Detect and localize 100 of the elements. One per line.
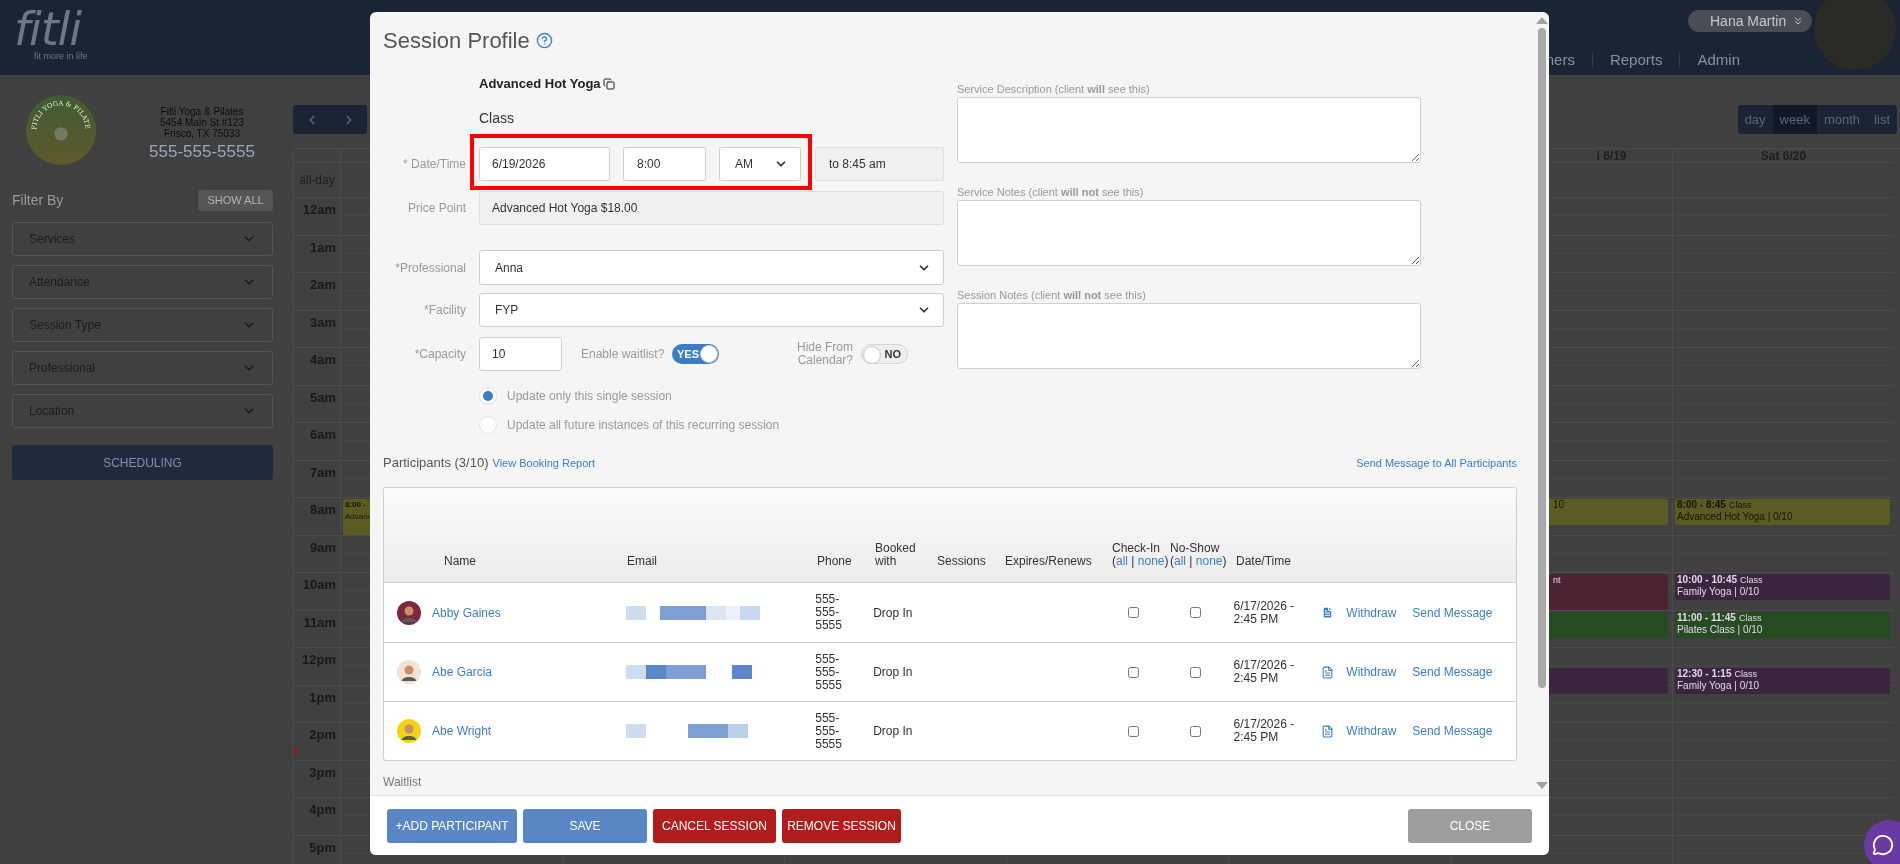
- dropdown-field[interactable]: AM: [719, 147, 801, 181]
- waitlist-title: Waitlist: [383, 774, 423, 791]
- time-field[interactable]: 8:00: [623, 147, 706, 181]
- copy-icon[interactable]: [602, 78, 615, 90]
- view-tab[interactable]: list: [1867, 105, 1897, 134]
- event-time: 11:00 - 11:45: [1677, 611, 1736, 624]
- column-header: Date/Time: [1236, 555, 1291, 568]
- radio-label: Update all future instances of this recurring session: [507, 417, 780, 434]
- dialog-title: Session Profile: [383, 26, 530, 55]
- participant-name-link[interactable]: Abby Gaines: [432, 603, 501, 622]
- calendar-event[interactable]: 8:00 - 8:45 Class Advanced Hot Yoga | 0/10: [1675, 499, 1890, 526]
- calendar-event[interactable]: 12:30 - 1:15 Class Family Yoga | 0/10: [1675, 667, 1890, 694]
- notes-field[interactable]: [957, 200, 1421, 266]
- radio-label: Update only this single session: [507, 388, 672, 405]
- service-type: Class: [479, 109, 515, 128]
- check-in-checkbox[interactable]: [1128, 725, 1140, 737]
- event-type: Class: [1728, 499, 1752, 511]
- close-button[interactable]: CLOSE: [1408, 808, 1532, 843]
- calendar-event[interactable]: 10:00 - 10:45 Class Family Yoga | 0/10: [1675, 574, 1890, 601]
- footer-button[interactable]: +ADD PARTICIPANT: [387, 808, 517, 843]
- help-icon[interactable]: [535, 31, 553, 49]
- separator: |: [1131, 554, 1135, 568]
- row-action-link[interactable]: Withdraw: [1346, 722, 1397, 740]
- parenthesis: ): [1222, 554, 1227, 568]
- booked-with-value: Drop In: [873, 724, 913, 738]
- footer-button[interactable]: CANCEL SESSION: [653, 808, 776, 843]
- booked-with-value: Drop In: [873, 605, 913, 620]
- participants-title: Participants (3/10): [383, 454, 489, 473]
- document-icon[interactable]: [1321, 724, 1335, 738]
- event-type: nt: [1553, 574, 1561, 586]
- footer-button[interactable]: REMOVE SESSION: [782, 808, 901, 843]
- field-label: Price Point: [406, 200, 466, 217]
- event-time: 12:30 - 1:15: [1677, 667, 1732, 680]
- view-tab[interactable]: month: [1816, 105, 1868, 134]
- notes-label: Service Description (client will see this): [957, 82, 1151, 96]
- booking-datetime: 6/17/2026 - 2:45 PM: [1233, 659, 1296, 685]
- nav-link[interactable]: Reports: [1609, 49, 1663, 72]
- chat-icon: [1872, 834, 1894, 856]
- phone-number: 555-555-5555: [815, 593, 843, 632]
- dropdown-field[interactable]: Anna: [479, 250, 944, 285]
- date-field[interactable]: 6/19/2026: [479, 147, 610, 181]
- radio-button[interactable]: [479, 416, 497, 434]
- event-title: 10: [1553, 499, 1566, 511]
- event-type: Class: [1738, 611, 1762, 624]
- check-in-checkbox[interactable]: [1128, 607, 1140, 618]
- show-all-button[interactable]: SHOW ALL: [198, 190, 273, 211]
- select-none-link[interactable]: none: [1137, 554, 1165, 568]
- event-type: Class: [1740, 574, 1763, 586]
- separator: |: [1189, 554, 1193, 568]
- no-show-checkbox[interactable]: [1190, 607, 1202, 618]
- view-tab[interactable]: day: [1737, 105, 1773, 134]
- user-menu[interactable]: Hana Martin: [1688, 10, 1812, 32]
- notes-field[interactable]: [957, 303, 1421, 369]
- no-show-checkbox[interactable]: [1190, 666, 1202, 678]
- capacity-field[interactable]: 10: [479, 337, 562, 371]
- current-time-marker-icon: [294, 747, 299, 755]
- document-icon[interactable]: [1321, 606, 1335, 619]
- dropdown-field[interactable]: FYP: [479, 293, 944, 327]
- toggle-knob: [863, 346, 881, 364]
- event-time: 8:00 - 8:45: [1677, 499, 1726, 511]
- calendar-event[interactable]: 11:00 - 11:45 Class Pilates Class | 0/10: [1675, 611, 1890, 638]
- check-in-checkbox[interactable]: [1128, 666, 1140, 678]
- logo-tagline: fit more in life: [34, 50, 88, 63]
- field-label: *Professional: [394, 259, 466, 277]
- select-all-link[interactable]: all: [1116, 554, 1128, 568]
- booking-datetime: 6/17/2026 - 2:45 PM: [1233, 718, 1296, 744]
- parenthesis: (: [1112, 554, 1116, 568]
- notes-label: Session Notes (client will not see this): [957, 288, 1147, 302]
- field-label: * Date/Time: [402, 156, 466, 173]
- notes-field[interactable]: [957, 97, 1421, 163]
- event-time: 8:00 -: [345, 499, 366, 511]
- booking-report-link[interactable]: View Booking Report: [492, 455, 596, 472]
- participant-name-link[interactable]: Abe Garcia: [432, 663, 493, 681]
- field-label: *Facility: [423, 302, 466, 319]
- select-none-link[interactable]: none: [1195, 554, 1223, 568]
- no-show-checkbox[interactable]: [1190, 725, 1202, 737]
- nav-link[interactable]: Admin: [1697, 49, 1740, 72]
- toggle-switch[interactable]: YES: [672, 344, 719, 364]
- message-all-link[interactable]: Send Message to All Participants: [1356, 454, 1517, 472]
- row-action-link[interactable]: Send Message: [1412, 722, 1493, 740]
- row-action-link[interactable]: Withdraw: [1346, 603, 1397, 622]
- document-icon[interactable]: [1321, 665, 1335, 679]
- app-logo[interactable]: fitli: [14, 6, 88, 52]
- footer-button[interactable]: SAVE: [523, 808, 647, 843]
- column-header: Phone: [817, 555, 852, 568]
- row-action-link[interactable]: Send Message: [1412, 663, 1493, 681]
- scheduling-button[interactable]: SCHEDULING: [12, 445, 273, 480]
- scrollbar-thumb[interactable]: [1538, 28, 1546, 688]
- view-tab[interactable]: week: [1772, 105, 1817, 134]
- select-all-link[interactable]: all: [1174, 554, 1186, 568]
- event-type: Class: [1734, 667, 1757, 680]
- toggle-switch[interactable]: NO: [861, 344, 908, 364]
- row-action-link[interactable]: Withdraw: [1346, 663, 1397, 681]
- field-label: *Capacity: [413, 346, 466, 363]
- event-title: Family Yoga | 0/10: [1677, 679, 1761, 692]
- radio-button[interactable]: [479, 387, 497, 405]
- studio-phone: 555-555-5555: [149, 142, 255, 162]
- participant-name-link[interactable]: Abe Wright: [432, 722, 492, 740]
- event-title: Advanced Hot Yoga | 0/10: [1677, 511, 1794, 523]
- toggle-label: Enable waitlist?: [581, 346, 666, 363]
